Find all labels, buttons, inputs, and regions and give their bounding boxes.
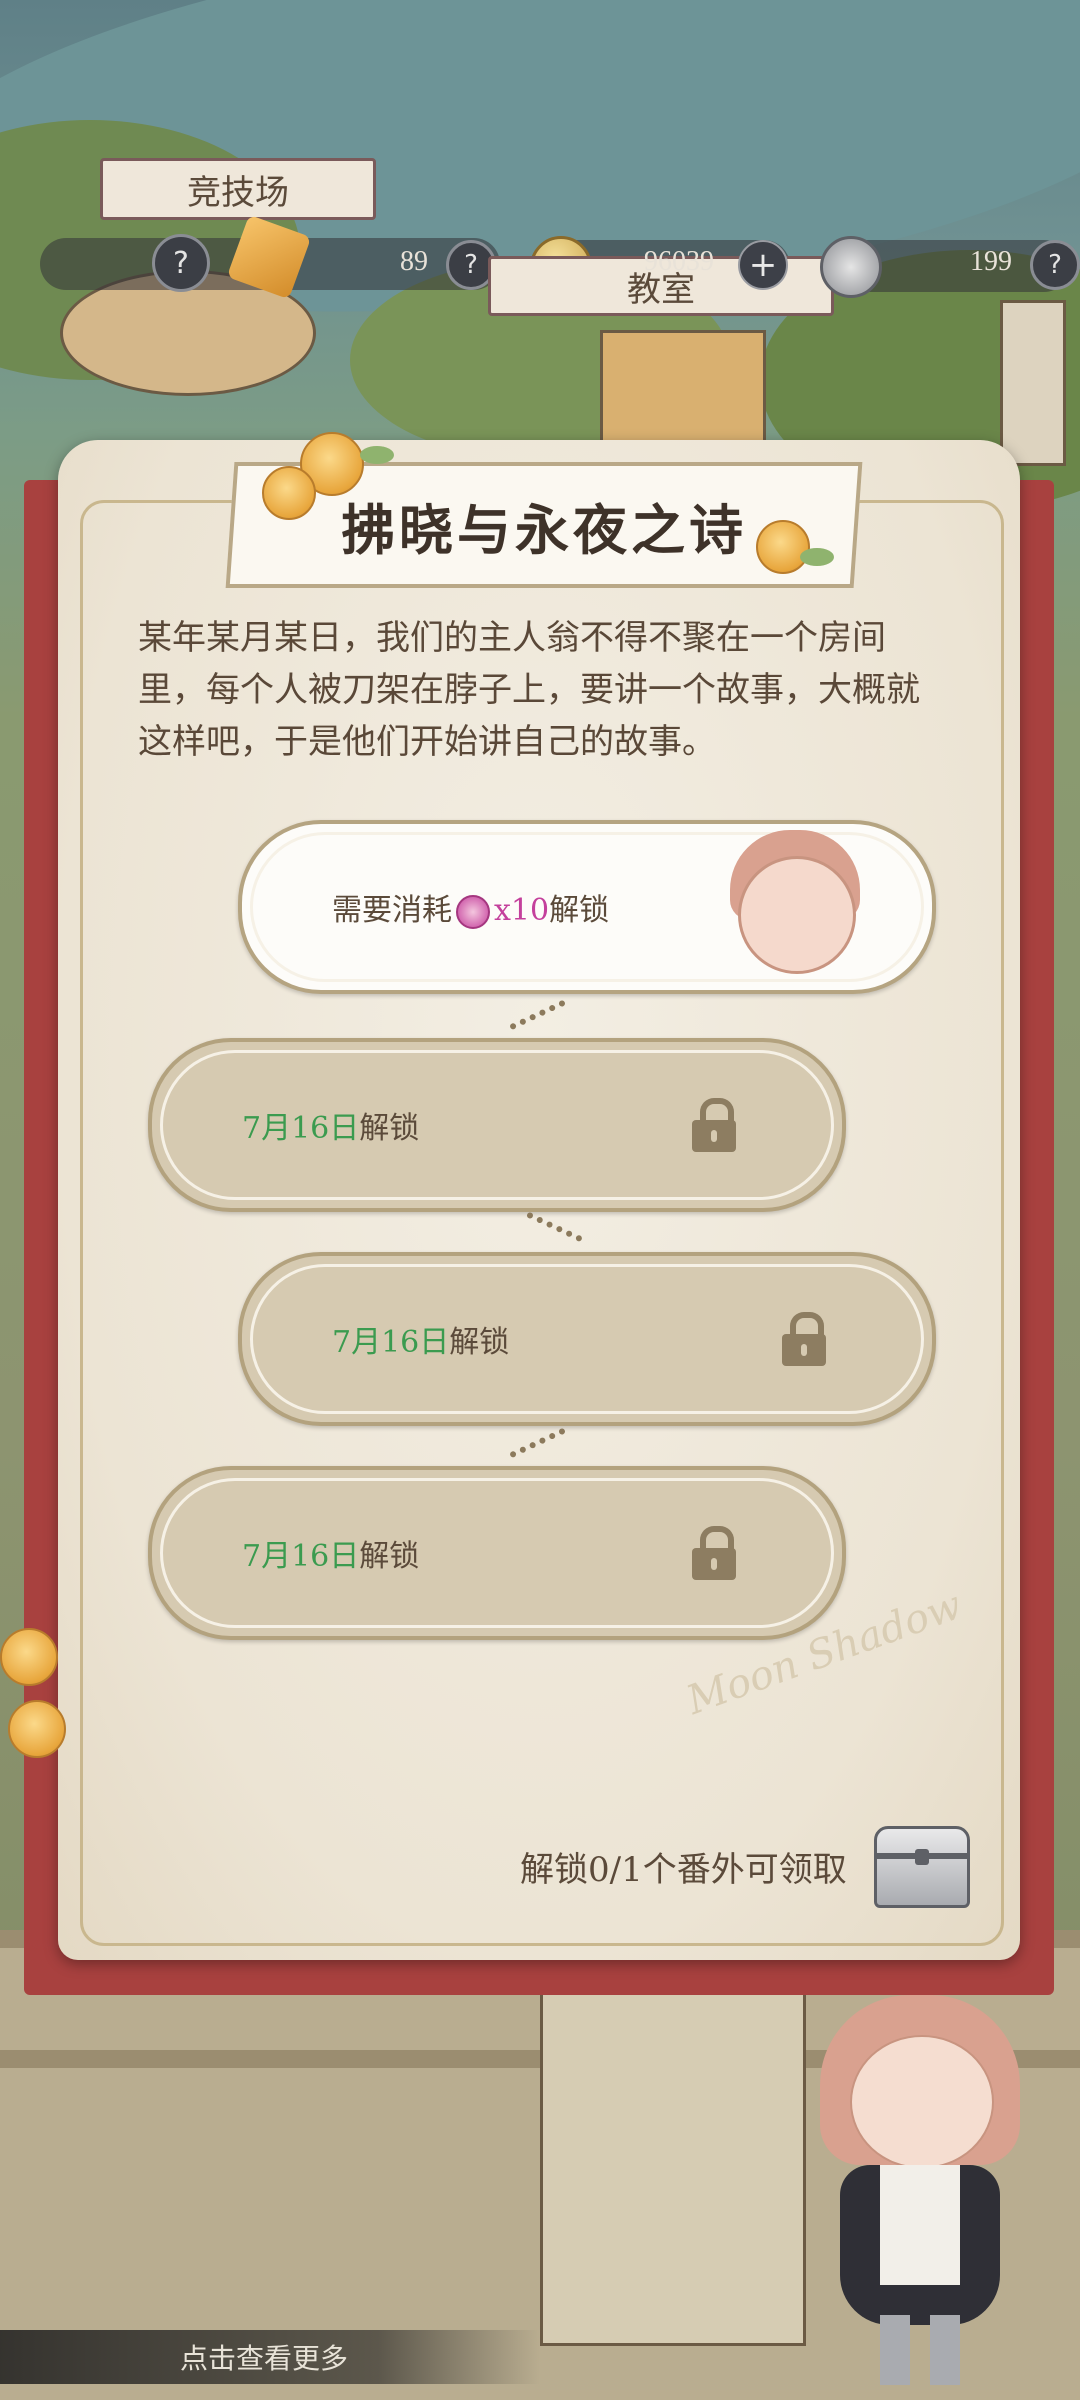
key-icon [456,895,490,929]
lock-icon [782,1312,826,1366]
ticket-count: 199 [970,246,1012,277]
item1-count: 89 [400,246,428,277]
castle-gate[interactable] [540,1980,806,2346]
story-description: 某年某月某日，我们的主人翁不得不聚在一个房间里，每个人被刀架在脖子上，要讲一个故… [138,618,920,762]
chapter-1-button[interactable]: 需要消耗 x10解锁 [238,820,936,994]
rose-icon [262,466,316,520]
chapter-3-button[interactable]: 7月16日解锁 [238,1252,936,1426]
chapter-3-label: 7月16日解锁 [332,1325,510,1360]
tower-building [1000,300,1066,466]
view-more-button[interactable]: 点击查看更多 [0,2330,540,2384]
reward-chest-icon[interactable] [874,1826,970,1908]
add-gold-button[interactable]: + [738,240,788,290]
rose-icon [8,1700,66,1758]
lock-icon [692,1526,736,1580]
help-button-left[interactable]: ? [152,234,210,292]
classroom-building[interactable] [600,330,766,446]
rose-icon [0,1628,58,1686]
arena-label-text: 竞技场 [187,172,289,213]
rose-icon [756,520,810,574]
chapter-2-label: 7月16日解锁 [242,1111,420,1146]
ticket-icon [820,236,882,298]
reward-progress-text: 解锁0/1个番外可领取 [520,1850,847,1890]
view-more-label: 点击查看更多 [180,2342,349,2375]
gold-count: 96039 [644,246,714,277]
chapter-2-button[interactable]: 7月16日解锁 [148,1038,846,1212]
leaf-icon [800,548,834,566]
chapter-4-label: 7月16日解锁 [242,1539,420,1574]
leaf-icon [360,446,394,464]
ticket-help-button[interactable]: ? [1030,240,1080,290]
arena-label[interactable]: 竞技场 [100,158,376,220]
chapter-1-label: 需要消耗 x10解锁 [332,893,610,929]
chibi-character[interactable] [800,1995,1040,2395]
chapter-4-button[interactable]: 7月16日解锁 [148,1466,846,1640]
panel-title: 拂晓与永夜之诗 [341,497,747,562]
lock-icon [692,1098,736,1152]
chibi-avatar [738,856,856,974]
